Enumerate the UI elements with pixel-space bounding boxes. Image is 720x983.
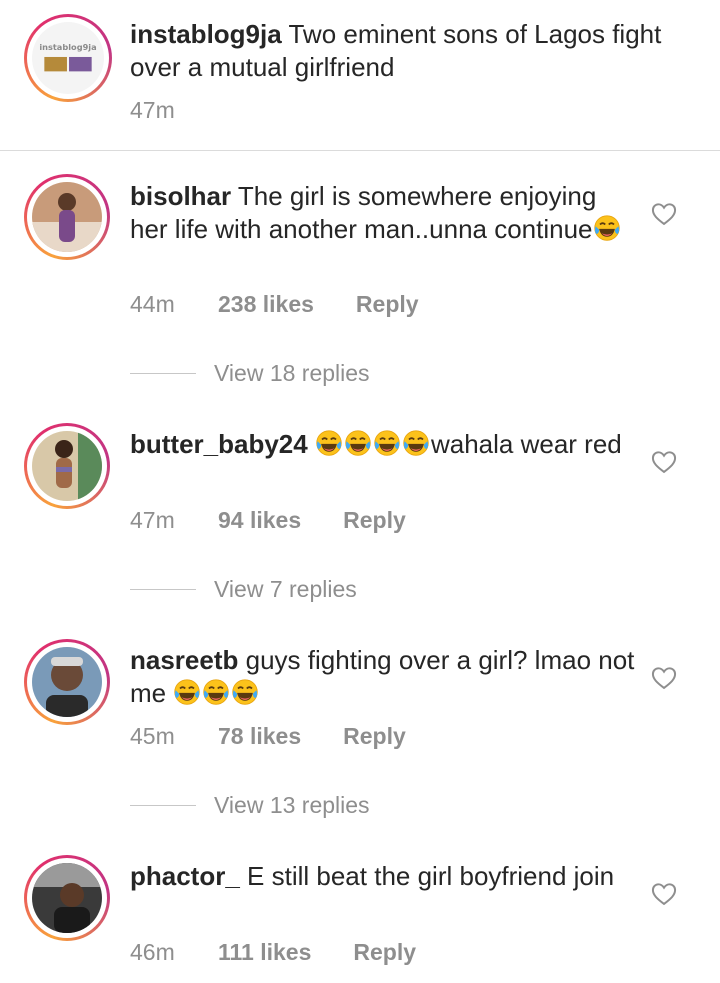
- comment-text: butter_baby24 wahala wear red: [130, 428, 635, 461]
- like-heart-icon[interactable]: [650, 200, 678, 228]
- comment-likes[interactable]: 111 likes: [218, 939, 311, 966]
- replies-line: [130, 805, 196, 806]
- reply-button[interactable]: Reply: [353, 939, 416, 966]
- comment-time: 46m: [130, 939, 175, 965]
- comment-meta: 45m 78 likes Reply: [130, 723, 406, 750]
- comment-text: nasreetb guys fighting over a girl? lmao…: [130, 644, 635, 710]
- reply-button[interactable]: Reply: [343, 507, 406, 534]
- comment-username[interactable]: bisolhar: [130, 181, 231, 211]
- reply-button[interactable]: Reply: [356, 291, 419, 318]
- avatar-photo-icon: [32, 431, 102, 501]
- comment-likes[interactable]: 238 likes: [218, 291, 314, 318]
- comment-username[interactable]: nasreetb: [130, 645, 238, 675]
- like-heart-icon[interactable]: [650, 664, 678, 692]
- svg-text:instablog9ja: instablog9ja: [39, 42, 96, 52]
- commenter-avatar[interactable]: [24, 423, 110, 509]
- face-with-tears-of-joy-emoji: [402, 429, 430, 457]
- face-with-tears-of-joy-emoji: [593, 214, 621, 242]
- comment-meta: 46m 111 likes Reply: [130, 939, 416, 966]
- face-with-tears-of-joy-emoji: [173, 678, 201, 706]
- post-meta: 47m: [130, 97, 175, 124]
- comment-time: 47m: [130, 507, 175, 533]
- commenter-avatar[interactable]: [24, 174, 110, 260]
- commenter-avatar[interactable]: [24, 855, 110, 941]
- post-avatar[interactable]: instablog9ja: [24, 14, 112, 102]
- replies-line: [130, 373, 196, 374]
- replies-line: [130, 589, 196, 590]
- view-replies-label: View 7 replies: [214, 576, 357, 602]
- like-heart-icon[interactable]: [650, 448, 678, 476]
- avatar-photo-icon: [32, 863, 102, 933]
- view-replies-label: View 13 replies: [214, 792, 370, 818]
- comment-text: phactor_ E still beat the girl boyfriend…: [130, 860, 635, 893]
- face-with-tears-of-joy-emoji: [373, 429, 401, 457]
- face-with-tears-of-joy-emoji: [231, 678, 259, 706]
- view-replies-button[interactable]: View 7 replies: [130, 576, 357, 603]
- view-replies-label: View 18 replies: [214, 360, 370, 386]
- caption-text: instablog9ja Two eminent sons of Lagos f…: [130, 18, 690, 84]
- view-replies-button[interactable]: View 13 replies: [130, 792, 370, 819]
- divider: [0, 150, 720, 151]
- avatar-photo-icon: [32, 182, 102, 252]
- face-with-tears-of-joy-emoji: [315, 429, 343, 457]
- comment-time: 45m: [130, 723, 175, 749]
- face-with-tears-of-joy-emoji: [344, 429, 372, 457]
- reply-button[interactable]: Reply: [343, 723, 406, 750]
- like-heart-icon[interactable]: [650, 880, 678, 908]
- comment-username[interactable]: phactor_: [130, 861, 240, 891]
- avatar-photo-icon: [32, 647, 102, 717]
- post-caption: instablog9ja instablog9ja Two eminent so…: [0, 0, 720, 150]
- comment-likes[interactable]: 78 likes: [218, 723, 301, 750]
- comment-username[interactable]: butter_baby24: [130, 429, 308, 459]
- post-time: 47m: [130, 97, 175, 123]
- comment-meta: 44m 238 likes Reply: [130, 291, 419, 318]
- view-replies-button[interactable]: View 18 replies: [130, 360, 370, 387]
- comment-body: wahala wear red: [430, 429, 622, 459]
- post-username[interactable]: instablog9ja: [130, 19, 282, 49]
- commenter-avatar[interactable]: [24, 639, 110, 725]
- comment-likes[interactable]: 94 likes: [218, 507, 301, 534]
- face-with-tears-of-joy-emoji: [202, 678, 230, 706]
- instablog9ja-logo-icon: instablog9ja: [32, 22, 104, 94]
- comment-body: E still beat the girl boyfriend join: [247, 861, 615, 891]
- comment-time: 44m: [130, 291, 175, 317]
- comment-text: bisolhar The girl is somewhere enjoying …: [130, 180, 635, 246]
- comment-meta: 47m 94 likes Reply: [130, 507, 406, 534]
